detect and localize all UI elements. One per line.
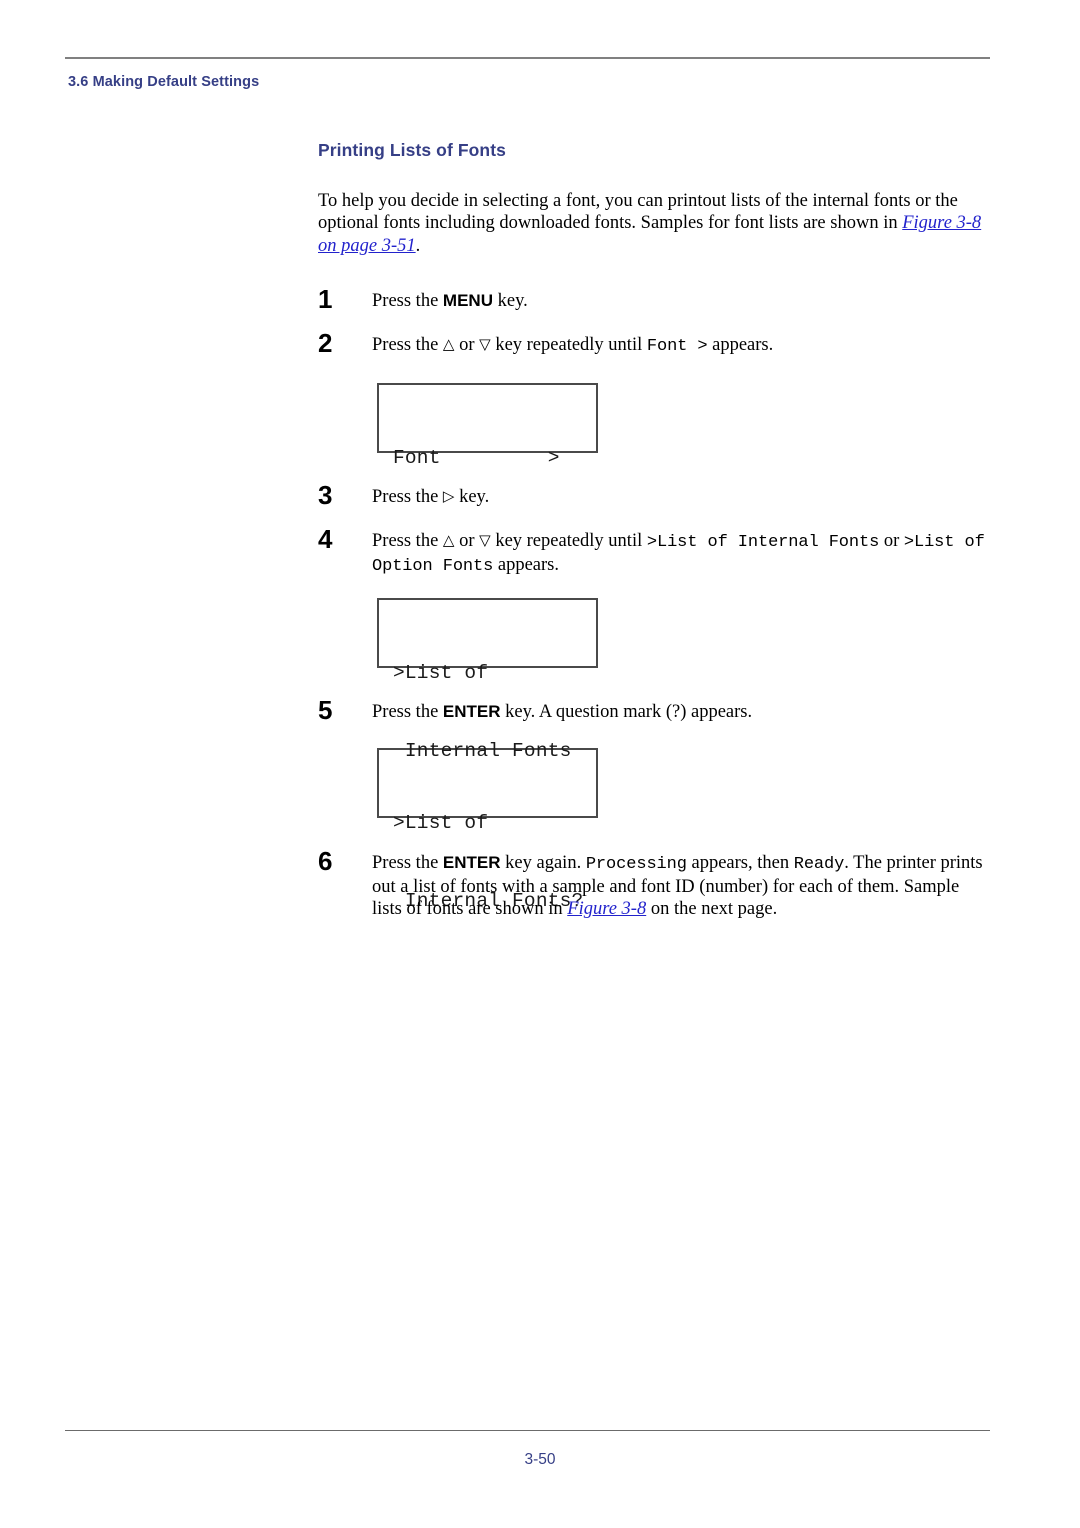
lcd-text-list-internal: >List of Internal Fonts: [646, 533, 880, 553]
up-arrow-icon: △: [442, 335, 455, 354]
step-2-mid: or: [454, 335, 480, 356]
step-3-text: Press the ▷ key.: [372, 487, 489, 507]
step-6-number: 6: [318, 846, 333, 877]
step-4-post: key repeatedly until: [490, 531, 647, 552]
step-2-post: key repeatedly until: [490, 335, 647, 356]
step-3-pre: Press the: [372, 487, 443, 508]
step-6-mid1: appears, then: [686, 853, 794, 874]
step-6-pre: Press the: [372, 853, 443, 874]
page-content: Printing Lists of Fonts To help you deci…: [318, 140, 990, 921]
step-4-text: Press the △ or ▽ key repeatedly until >L…: [372, 531, 985, 576]
step-6-text: Press the ENTER key again. Processing ap…: [372, 853, 983, 919]
step-5-pre: Press the: [372, 702, 443, 723]
page-title: Printing Lists of Fonts: [318, 140, 506, 160]
step-5-post: key. A question mark (?) appears.: [500, 702, 753, 723]
step-1-pre: Press the: [372, 291, 443, 312]
step-4-conj: or: [879, 531, 904, 552]
step-4-mid: or: [454, 531, 480, 552]
step-2: 2 Press the △ or ▽ key repeatedly until …: [318, 330, 990, 360]
step-1-text: Press the MENU key.: [372, 291, 528, 311]
step-2-tail: appears.: [707, 335, 774, 356]
step-5-number: 5: [318, 695, 333, 726]
step-1-number: 1: [318, 284, 333, 315]
lcd-text-ready: Ready: [793, 855, 845, 875]
enter-key-label: ENTER: [442, 853, 501, 873]
lcd-line-1: >List of: [393, 812, 489, 835]
lcd-text-font-menu: Font >: [646, 337, 708, 357]
figure-3-8-link[interactable]: Figure 3-8: [567, 899, 646, 919]
step-2-text: Press the △ or ▽ key repeatedly until Fo…: [372, 335, 774, 357]
down-arrow-icon: ▽: [479, 531, 491, 550]
step-2-pre: Press the: [372, 335, 443, 356]
document-page: 3.6 Making Default Settings Printing Lis…: [0, 0, 1080, 1528]
down-arrow-icon: ▽: [479, 335, 491, 354]
step-3-number: 3: [318, 480, 333, 511]
step-5: 5 Press the ENTER key. A question mark (…: [318, 697, 990, 727]
step-5-text: Press the ENTER key. A question mark (?)…: [372, 702, 752, 722]
step-6: 6 Press the ENTER key again. Processing …: [318, 848, 990, 920]
step-4-tail: appears.: [493, 554, 559, 575]
lcd-panel-list-internal-fonts: >List of Internal Fonts: [377, 598, 598, 762]
step-6-tail: on the next page.: [646, 899, 778, 920]
right-arrow-icon: ▷: [442, 487, 455, 506]
step-4: 4 Press the △ or ▽ key repeatedly until …: [318, 526, 990, 577]
step-4-pre: Press the: [372, 531, 443, 552]
step-1: 1 Press the MENU key.: [318, 286, 990, 316]
page-number: 3-50: [524, 1451, 556, 1468]
lcd-line-1: >List of: [393, 662, 489, 685]
step-4-number: 4: [318, 524, 333, 555]
lcd-line-2: Internal Fonts: [393, 739, 572, 762]
step-1-post: key.: [492, 291, 528, 312]
header-rule: [65, 57, 990, 59]
step-3: 3 Press the ▷ key.: [318, 482, 990, 512]
footer-rule: [65, 1430, 990, 1431]
step-2-number: 2: [318, 328, 333, 359]
running-header: 3.6 Making Default Settings: [68, 74, 260, 90]
intro-text-after-link: .: [415, 235, 421, 256]
step-6-post: key again.: [500, 853, 586, 874]
intro-text-before-link: To help you decide in selecting a font, …: [318, 191, 958, 234]
menu-key-label: MENU: [442, 291, 493, 311]
enter-key-label: ENTER: [442, 702, 501, 722]
lcd-line-1: Font >: [393, 446, 560, 469]
up-arrow-icon: △: [442, 531, 455, 550]
step-3-post: key.: [454, 487, 490, 508]
lcd-panel-font-menu: Font >: [377, 383, 598, 469]
lcd-text-processing: Processing: [585, 855, 687, 875]
intro-paragraph: To help you decide in selecting a font, …: [318, 190, 990, 257]
